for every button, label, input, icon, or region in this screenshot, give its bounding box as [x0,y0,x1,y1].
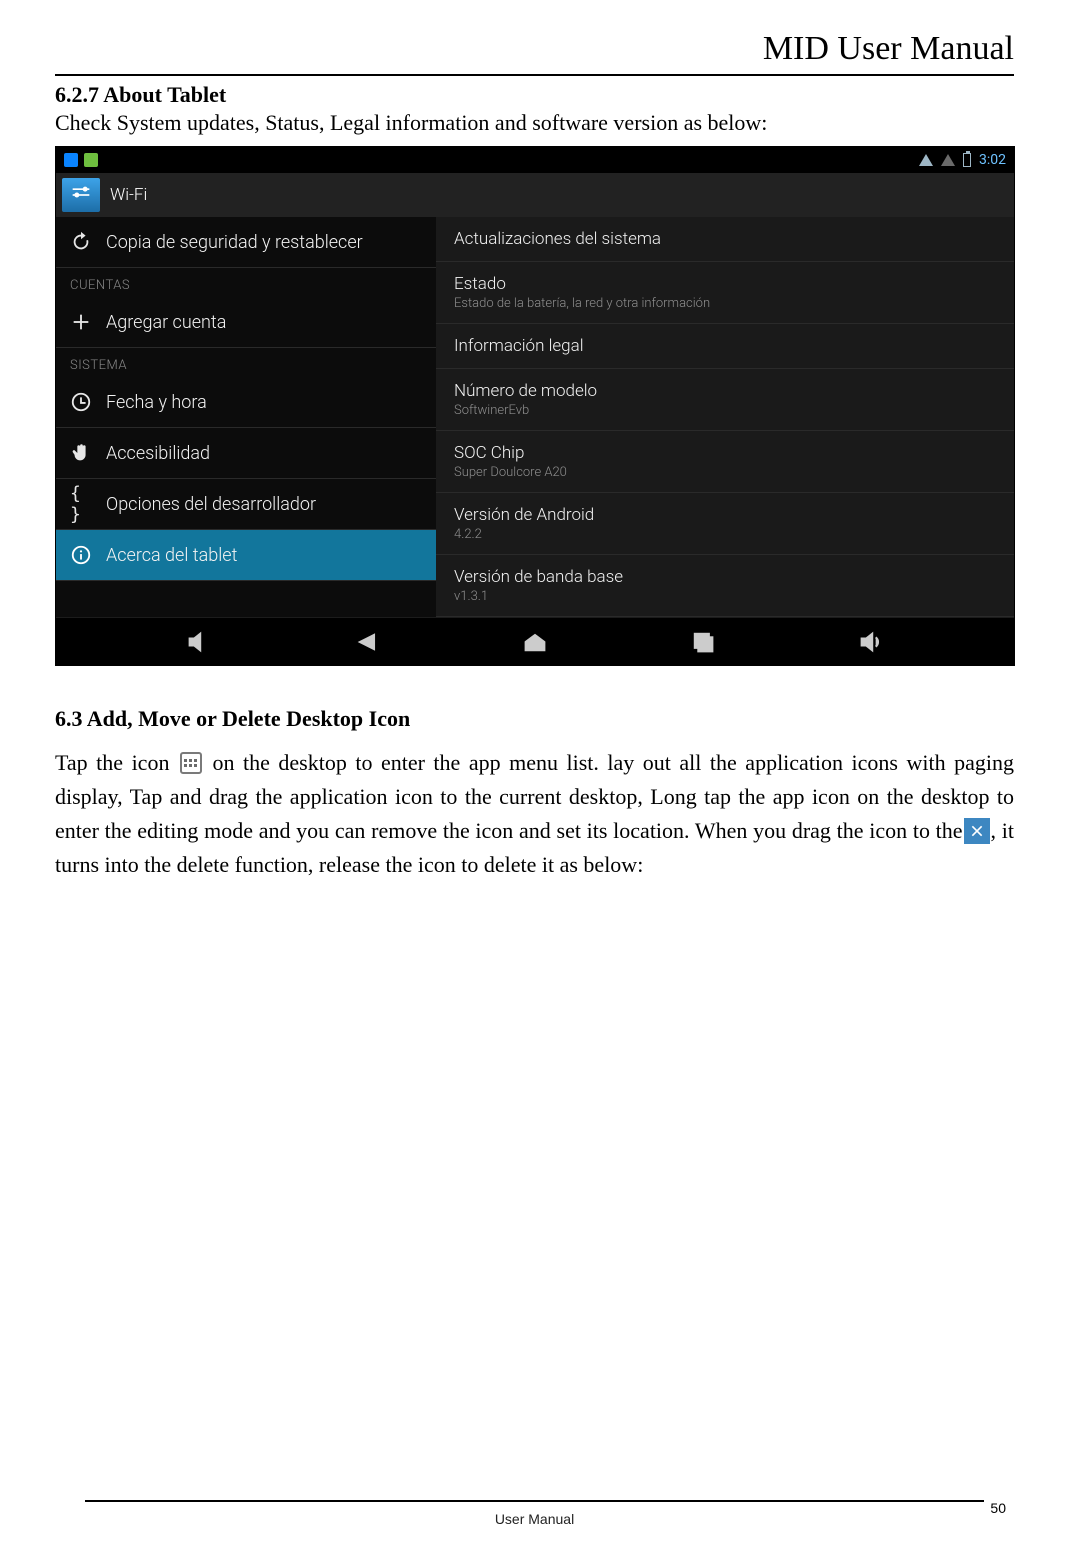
refresh-icon [70,231,92,253]
recent-apps-icon[interactable] [689,628,717,656]
footer-label: User Manual [495,1511,574,1527]
detail-item-status[interactable]: Estado Estado de la batería, la red y ot… [436,262,1014,324]
detail-title: Versión de banda base [454,567,996,587]
sidebar-item-datetime[interactable]: Fecha y hora [56,377,436,428]
detail-subtitle: Super Doulcore A20 [454,465,996,480]
back-icon[interactable] [353,628,381,656]
detail-subtitle: 4.2.2 [454,527,996,542]
detail-item-soc[interactable]: SOC Chip Super Doulcore A20 [436,431,1014,493]
detail-item-model[interactable]: Número de modelo SoftwinerEvb [436,369,1014,431]
sidebar-item-accessibility[interactable]: Accesibilidad [56,428,436,479]
wifi-banner[interactable]: Wi-Fi [56,173,1014,217]
header-rule [55,74,1014,76]
volume-up-icon[interactable] [857,628,885,656]
detail-subtitle: SoftwinerEvb [454,403,996,418]
sidebar-item-developer[interactable]: { } Opciones del desarrollador [56,479,436,530]
wifi-label: Wi-Fi [110,185,147,205]
settings-sidebar: Copia de seguridad y restablecer CUENTAS… [56,217,436,617]
sidebar-item-label: Acerca del tablet [106,545,237,566]
sidebar-category-accounts: CUENTAS [56,268,436,297]
section-6-3-heading: 6.3 Add, Move or Delete Desktop Icon [55,706,1014,732]
sidebar-item-about[interactable]: Acerca del tablet [56,530,436,581]
sidebar-item-label: Fecha y hora [106,392,207,413]
detail-subtitle: Estado de la batería, la red y otra info… [454,296,996,311]
status-clock: 3:02 [979,152,1006,168]
app-drawer-icon [180,752,202,774]
status-bar: 3:02 [56,147,1014,173]
sidebar-item-label: Opciones del desarrollador [106,494,316,515]
page-footer: User Manual 50 [55,1500,1014,1530]
home-icon[interactable] [521,628,549,656]
wifi-signal-icon [919,154,933,166]
detail-item-system-update[interactable]: Actualizaciones del sistema [436,217,1014,262]
detail-title: Actualizaciones del sistema [454,229,996,249]
sidebar-item-backup[interactable]: Copia de seguridad y restablecer [56,217,436,268]
page-header-title: MID User Manual [55,30,1014,74]
volume-down-icon[interactable] [185,628,213,656]
clock-icon [70,391,92,413]
detail-title: Información legal [454,336,996,356]
tablet-screenshot: 3:02 Wi-Fi Copia de seguridad y restable… [55,146,1015,666]
settings-detail-pane: Actualizaciones del sistema Estado Estad… [436,217,1014,617]
signal-icon [941,154,955,166]
detail-title: Número de modelo [454,381,996,401]
braces-icon: { } [70,493,92,515]
detail-title: Versión de Android [454,505,996,525]
page-number: 50 [990,1500,1006,1516]
notification-icon [64,153,78,167]
sidebar-item-label: Agregar cuenta [106,312,226,333]
sliders-icon [62,178,100,212]
detail-title: Estado [454,274,996,294]
info-icon [70,544,92,566]
sidebar-item-add-account[interactable]: Agregar cuenta [56,297,436,348]
para-text: Tap the icon [55,750,178,775]
sidebar-item-label: Copia de seguridad y restablecer [106,232,363,253]
hand-icon [70,442,92,464]
sidebar-item-label: Accesibilidad [106,443,210,464]
detail-subtitle: v1.3.1 [454,589,996,604]
android-nav-bar [56,617,1014,665]
detail-item-legal[interactable]: Información legal [436,324,1014,369]
section-6-3-paragraph: Tap the icon on the desktop to enter the… [55,746,1014,882]
detail-title: SOC Chip [454,443,996,463]
notification-icon [84,153,98,167]
section-6-2-7-heading: 6.2.7 About Tablet [55,82,1014,108]
plus-icon [70,311,92,333]
battery-icon [963,153,971,167]
detail-item-android-version[interactable]: Versión de Android 4.2.2 [436,493,1014,555]
sidebar-category-system: SISTEMA [56,348,436,377]
detail-item-baseband[interactable]: Versión de banda base v1.3.1 [436,555,1014,617]
section-6-2-7-body: Check System updates, Status, Legal info… [55,110,1014,136]
delete-x-icon [964,818,990,844]
